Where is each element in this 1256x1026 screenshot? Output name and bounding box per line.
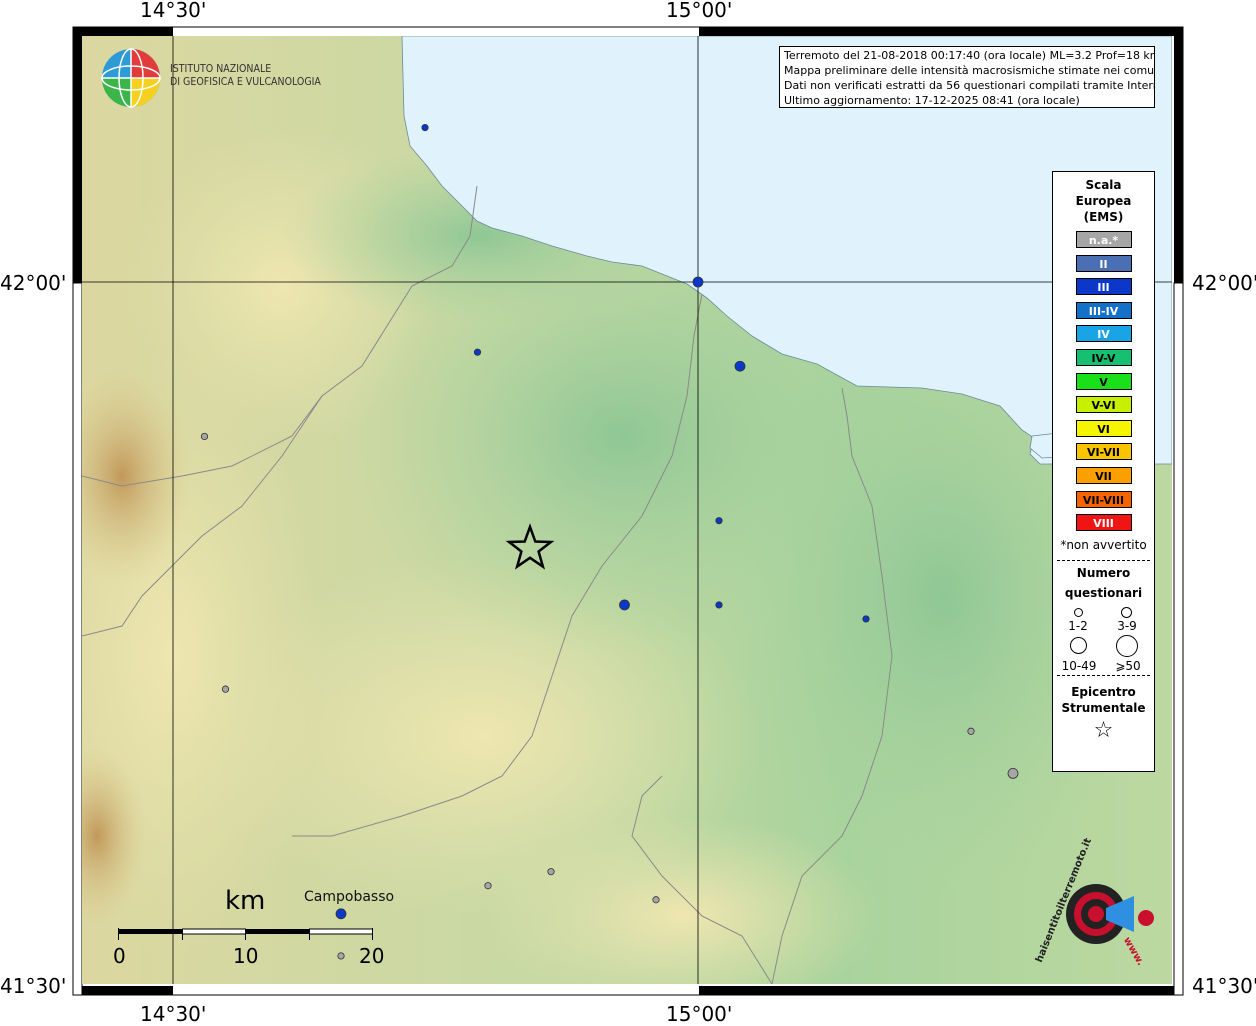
size-label-10-49: 10-49 bbox=[1061, 658, 1097, 673]
city-label-campobasso: Campobasso bbox=[304, 889, 395, 905]
info-line-1: Terremoto del 21-08-2018 00:17:40 (ora l… bbox=[784, 49, 1155, 62]
size-label-3-9: 3-9 bbox=[1117, 618, 1137, 633]
legend-swatch-iii: III bbox=[1075, 278, 1132, 296]
size-label-50: ⩾50 bbox=[1115, 658, 1141, 673]
epicenter-star-icon: ☆ bbox=[1093, 717, 1114, 743]
intensity-point-9[interactable] bbox=[862, 615, 870, 623]
legend-epicenter-title: Epicentro Strumentale bbox=[1053, 684, 1154, 716]
legend-swatch-iii-iv: III-IV bbox=[1075, 301, 1132, 319]
scale-tick-0: 0 bbox=[113, 944, 126, 968]
intensity-point-16[interactable] bbox=[335, 908, 347, 920]
intensity-point-17[interactable] bbox=[337, 952, 345, 960]
intensity-point-1[interactable] bbox=[421, 123, 429, 132]
intensity-point-14[interactable] bbox=[484, 882, 492, 890]
legend-title-3: (EMS) bbox=[1083, 210, 1124, 224]
legend-swatch-viii: VIII bbox=[1075, 514, 1132, 532]
lat-label-right-bottom: 41°30' bbox=[1192, 974, 1256, 998]
scale-tick-20: 20 bbox=[359, 944, 385, 968]
intensity-point-12[interactable] bbox=[1007, 768, 1019, 779]
size-circle-10-49 bbox=[1070, 636, 1087, 654]
lat-label-left-bottom: 41°30' bbox=[0, 974, 67, 998]
lon-label-top-right: 15°00' bbox=[666, 0, 733, 22]
scale-bar bbox=[118, 928, 373, 940]
legend-swatch-vii-viii: VII-VIII bbox=[1075, 490, 1132, 508]
legend-swatch-iv-v: IV-V bbox=[1075, 348, 1132, 366]
legend-swatch-iv: IV bbox=[1075, 325, 1132, 343]
ingv-line1: ISTITUTO NAZIONALE bbox=[170, 63, 272, 75]
epi-title-1: Epicentro bbox=[1071, 684, 1136, 699]
lon-label-bottom-right: 15°00' bbox=[666, 1002, 733, 1026]
count-title-2: questionari bbox=[1064, 585, 1143, 600]
lat-label-right-top: 42°00' bbox=[1192, 271, 1256, 295]
legend-swatch-n-a: n.a.* bbox=[1075, 231, 1132, 248]
legend-count-title: Numero questionari bbox=[1053, 563, 1154, 603]
intensity-point-5[interactable] bbox=[200, 432, 209, 441]
ingv-line2: DI GEOFISICA E VULCANOLOGIA bbox=[170, 76, 321, 88]
intensity-point-2[interactable] bbox=[692, 276, 704, 288]
intensity-point-4[interactable] bbox=[734, 360, 746, 372]
scale-tick-10: 10 bbox=[233, 944, 259, 968]
lon-label-top-left: 14°30' bbox=[140, 0, 207, 22]
legend-swatch-ii: II bbox=[1075, 254, 1132, 272]
legend-size-key: 1-2 3-9 10-49 ⩾50 bbox=[1053, 603, 1154, 673]
legend-title-2: Europea bbox=[1075, 194, 1132, 208]
legend-title-1: Scala bbox=[1085, 178, 1122, 192]
legend-swatch-v: V bbox=[1075, 372, 1132, 390]
lon-label-bottom-left: 14°30' bbox=[140, 1002, 207, 1026]
intensity-point-3[interactable] bbox=[473, 348, 482, 356]
map-area[interactable] bbox=[82, 36, 1172, 984]
size-label-1-2: 1-2 bbox=[1068, 618, 1088, 633]
info-line-4: Ultimo aggiornamento: 17-12-2025 08:41 (… bbox=[784, 94, 1080, 107]
lat-label-left-top: 42°00' bbox=[0, 271, 67, 295]
size-circle-3-9 bbox=[1121, 606, 1132, 618]
legend-swatches: n.a.* II III III-IV IV IV-V V V-VI VI VI-VII VII VI… bbox=[1053, 231, 1154, 532]
scale-unit: km bbox=[225, 886, 266, 916]
legend-separator-1 bbox=[1057, 559, 1150, 561]
intensity-point-6[interactable] bbox=[715, 517, 723, 525]
epi-title-2: Strumentale bbox=[1061, 700, 1146, 715]
legend-swatch-vi: VI bbox=[1075, 419, 1132, 437]
intensity-point-13[interactable] bbox=[547, 868, 555, 876]
intensity-point-10[interactable] bbox=[221, 685, 230, 693]
info-line-2: Mappa preliminare delle intensità macros… bbox=[784, 64, 1155, 77]
intensity-point-11[interactable] bbox=[967, 727, 975, 735]
legend-swatch-vi-vii: VI-VII bbox=[1075, 443, 1132, 461]
intensity-point-15[interactable] bbox=[652, 896, 660, 904]
legend-title: Scala Europea (EMS) bbox=[1053, 177, 1154, 225]
legend-swatch-vii: VII bbox=[1075, 466, 1132, 484]
ingv-logo-text: ISTITUTO NAZIONALE DI GEOFISICA E VULCAN… bbox=[170, 63, 321, 89]
intensity-point-8[interactable] bbox=[715, 601, 723, 609]
legend-separator-2 bbox=[1057, 674, 1150, 676]
intensity-point-7[interactable] bbox=[619, 599, 630, 611]
ingv-globe-logo bbox=[101, 48, 161, 108]
legend-panel: Scala Europea (EMS) n.a.* II III III-IV IV IV… bbox=[1052, 171, 1155, 772]
size-circle-50 bbox=[1116, 634, 1138, 657]
legend-note: *non avvertito bbox=[1060, 537, 1147, 552]
count-title-1: Numero bbox=[1076, 565, 1131, 580]
event-info-box: Terremoto del 21-08-2018 00:17:40 (ora l… bbox=[779, 46, 1155, 108]
size-circle-1-2 bbox=[1074, 607, 1083, 617]
legend-swatch-v-vi: V-VI bbox=[1075, 396, 1132, 414]
info-line-3: Dati non verificati estratti da 56 quest… bbox=[784, 79, 1155, 92]
